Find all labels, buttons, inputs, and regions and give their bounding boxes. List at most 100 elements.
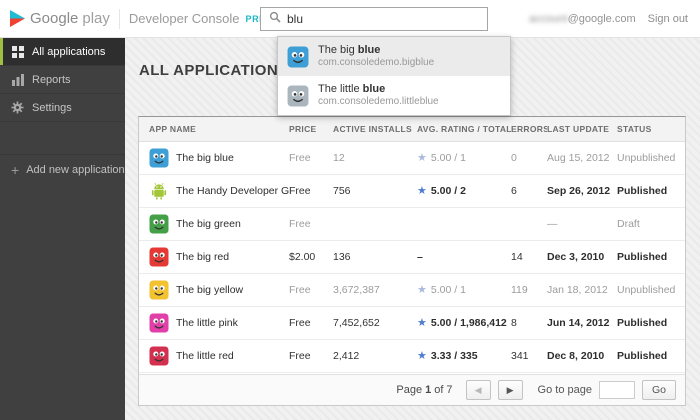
account-area: account@google.com Sign out bbox=[529, 13, 700, 25]
account-email: account@google.com bbox=[529, 13, 636, 25]
gear-icon bbox=[11, 101, 24, 114]
applications-table: APP NAMEPRICEACTIVE INSTALLSAVG. RATING … bbox=[138, 116, 686, 406]
errors-count: 119 bbox=[511, 284, 547, 296]
column-header-errors[interactable]: ERRORS bbox=[511, 124, 547, 134]
logo-text-play: play bbox=[82, 10, 110, 27]
search-input[interactable] bbox=[287, 12, 462, 26]
app-name-link[interactable]: The big green bbox=[176, 218, 241, 230]
errors-count: 14 bbox=[511, 251, 547, 263]
status-label: Draft bbox=[617, 218, 675, 230]
app-icon bbox=[149, 181, 169, 201]
previous-arrow-icon: ◀ bbox=[475, 385, 482, 396]
table-row[interactable]: The Handy Developer Guide Free 756 ★5.00… bbox=[139, 175, 685, 208]
last-update: Sep 26, 2012 bbox=[547, 185, 617, 197]
star-icon: ★ bbox=[417, 153, 427, 164]
avg-rating: ★3.33 / 335 bbox=[417, 350, 511, 362]
table-body: The big blue Free 12 ★5.00 / 1 0 Aug 15,… bbox=[139, 142, 685, 374]
star-icon: ★ bbox=[417, 285, 427, 296]
previous-page-button[interactable]: ◀ bbox=[466, 380, 491, 400]
table-row[interactable]: The little red Free 2,412 ★3.33 / 335 34… bbox=[139, 340, 685, 373]
table-row[interactable]: The big yellow Free 3,672,387 ★5.00 / 1 … bbox=[139, 274, 685, 307]
active-installs: 136 bbox=[333, 251, 417, 263]
avg-rating: ★5.00 / 1 bbox=[417, 152, 511, 164]
page-indicator: Page1of7 bbox=[396, 384, 452, 396]
column-header-active-installs[interactable]: ACTIVE INSTALLS bbox=[333, 124, 417, 134]
sidebar-item-all-applications[interactable]: All applications bbox=[0, 38, 125, 66]
add-new-application-label: Add new application bbox=[26, 164, 124, 176]
app-icon bbox=[149, 214, 169, 234]
go-button[interactable]: Go bbox=[642, 380, 676, 400]
add-new-application-button[interactable]: + Add new application bbox=[0, 154, 125, 184]
app-price: Free bbox=[289, 317, 333, 329]
app-icon bbox=[149, 346, 169, 366]
app-icon bbox=[149, 280, 169, 300]
column-header-last-update[interactable]: LAST UPDATE bbox=[547, 124, 617, 134]
app-price: Free bbox=[289, 218, 333, 230]
app-icon bbox=[149, 313, 169, 333]
suggestion-item[interactable]: The little blue com.consoledemo.littlebl… bbox=[278, 76, 510, 115]
app-name-link[interactable]: The Handy Developer Guide bbox=[176, 185, 289, 197]
table-row[interactable]: The little pink Free 7,452,652 ★5.00 / 1… bbox=[139, 307, 685, 340]
suggestion-name: The little blue bbox=[318, 83, 439, 96]
search-icon bbox=[269, 10, 281, 28]
grid-icon bbox=[11, 45, 24, 58]
google-play-logo[interactable]: Google play bbox=[0, 10, 119, 27]
star-icon: ★ bbox=[417, 318, 427, 329]
last-update: Dec 3, 2010 bbox=[547, 251, 617, 263]
app-price: Free bbox=[289, 284, 333, 296]
sidebar-item-label: Settings bbox=[32, 102, 72, 114]
avg-rating: – bbox=[417, 251, 511, 263]
next-page-button[interactable]: ▶ bbox=[498, 380, 523, 400]
active-installs: 7,452,652 bbox=[333, 317, 417, 329]
status-label: Published bbox=[617, 251, 675, 263]
status-label: Unpublished bbox=[617, 152, 675, 164]
status-label: Unpublished bbox=[617, 284, 675, 296]
app-name-link[interactable]: The big red bbox=[176, 251, 229, 263]
reports-icon bbox=[11, 73, 24, 86]
go-to-page-input[interactable] bbox=[599, 381, 635, 399]
active-installs: 12 bbox=[333, 152, 417, 164]
table-row[interactable]: The big blue Free 12 ★5.00 / 1 0 Aug 15,… bbox=[139, 142, 685, 175]
app-price: Free bbox=[289, 350, 333, 362]
search-box[interactable] bbox=[260, 7, 488, 31]
last-update: Jan 18, 2012 bbox=[547, 284, 617, 296]
sidebar-item-settings[interactable]: Settings bbox=[0, 94, 125, 122]
avg-rating: ★5.00 / 1,986,412 bbox=[417, 317, 511, 329]
app-name-link[interactable]: The little pink bbox=[176, 317, 238, 329]
app-name-link[interactable]: The big yellow bbox=[176, 284, 243, 296]
active-installs: 756 bbox=[333, 185, 417, 197]
pagination-bar: Page1of7 ◀ ▶ Go to page Go bbox=[139, 374, 685, 405]
table-row[interactable]: The big red $2.00 136 – 14 Dec 3, 2010 P… bbox=[139, 241, 685, 274]
sidebar-item-reports[interactable]: Reports bbox=[0, 66, 125, 94]
app-price: Free bbox=[289, 185, 333, 197]
table-header-row: APP NAMEPRICEACTIVE INSTALLSAVG. RATING … bbox=[139, 117, 685, 142]
last-update: Jun 14, 2012 bbox=[547, 317, 617, 329]
sidebar: All applications Reports Settings + Add … bbox=[0, 38, 125, 420]
status-label: Published bbox=[617, 317, 675, 329]
next-arrow-icon: ▶ bbox=[507, 385, 514, 396]
developer-console-window: Google play Developer Console PREVIEW ac… bbox=[0, 0, 700, 420]
logo-text-google: Google bbox=[30, 10, 78, 27]
errors-count: 6 bbox=[511, 185, 547, 197]
app-name-link[interactable]: The big blue bbox=[176, 152, 234, 164]
app-icon bbox=[149, 247, 169, 267]
errors-count: 8 bbox=[511, 317, 547, 329]
column-header-status[interactable]: STATUS bbox=[617, 124, 675, 134]
column-header-price[interactable]: PRICE bbox=[289, 124, 333, 134]
top-header: Google play Developer Console PREVIEW ac… bbox=[0, 0, 700, 38]
sign-out-link[interactable]: Sign out bbox=[648, 13, 688, 25]
sidebar-item-label: All applications bbox=[32, 46, 105, 58]
status-label: Published bbox=[617, 350, 675, 362]
table-row[interactable]: The big green Free — Draft bbox=[139, 208, 685, 241]
app-icon bbox=[149, 148, 169, 168]
app-name-link[interactable]: The little red bbox=[176, 350, 234, 362]
app-icon bbox=[287, 46, 309, 68]
last-update: Dec 8, 2010 bbox=[547, 350, 617, 362]
app-price: Free bbox=[289, 152, 333, 164]
plus-icon: + bbox=[11, 163, 19, 177]
suggestion-item[interactable]: The big blue com.consoledemo.bigblue bbox=[278, 37, 510, 76]
column-header-avg-rating-total[interactable]: AVG. RATING / TOTAL bbox=[417, 124, 511, 134]
column-header-app-name[interactable]: APP NAME bbox=[149, 124, 289, 134]
suggestion-name: The big blue bbox=[318, 44, 434, 57]
go-to-page-label: Go to page bbox=[538, 384, 592, 396]
